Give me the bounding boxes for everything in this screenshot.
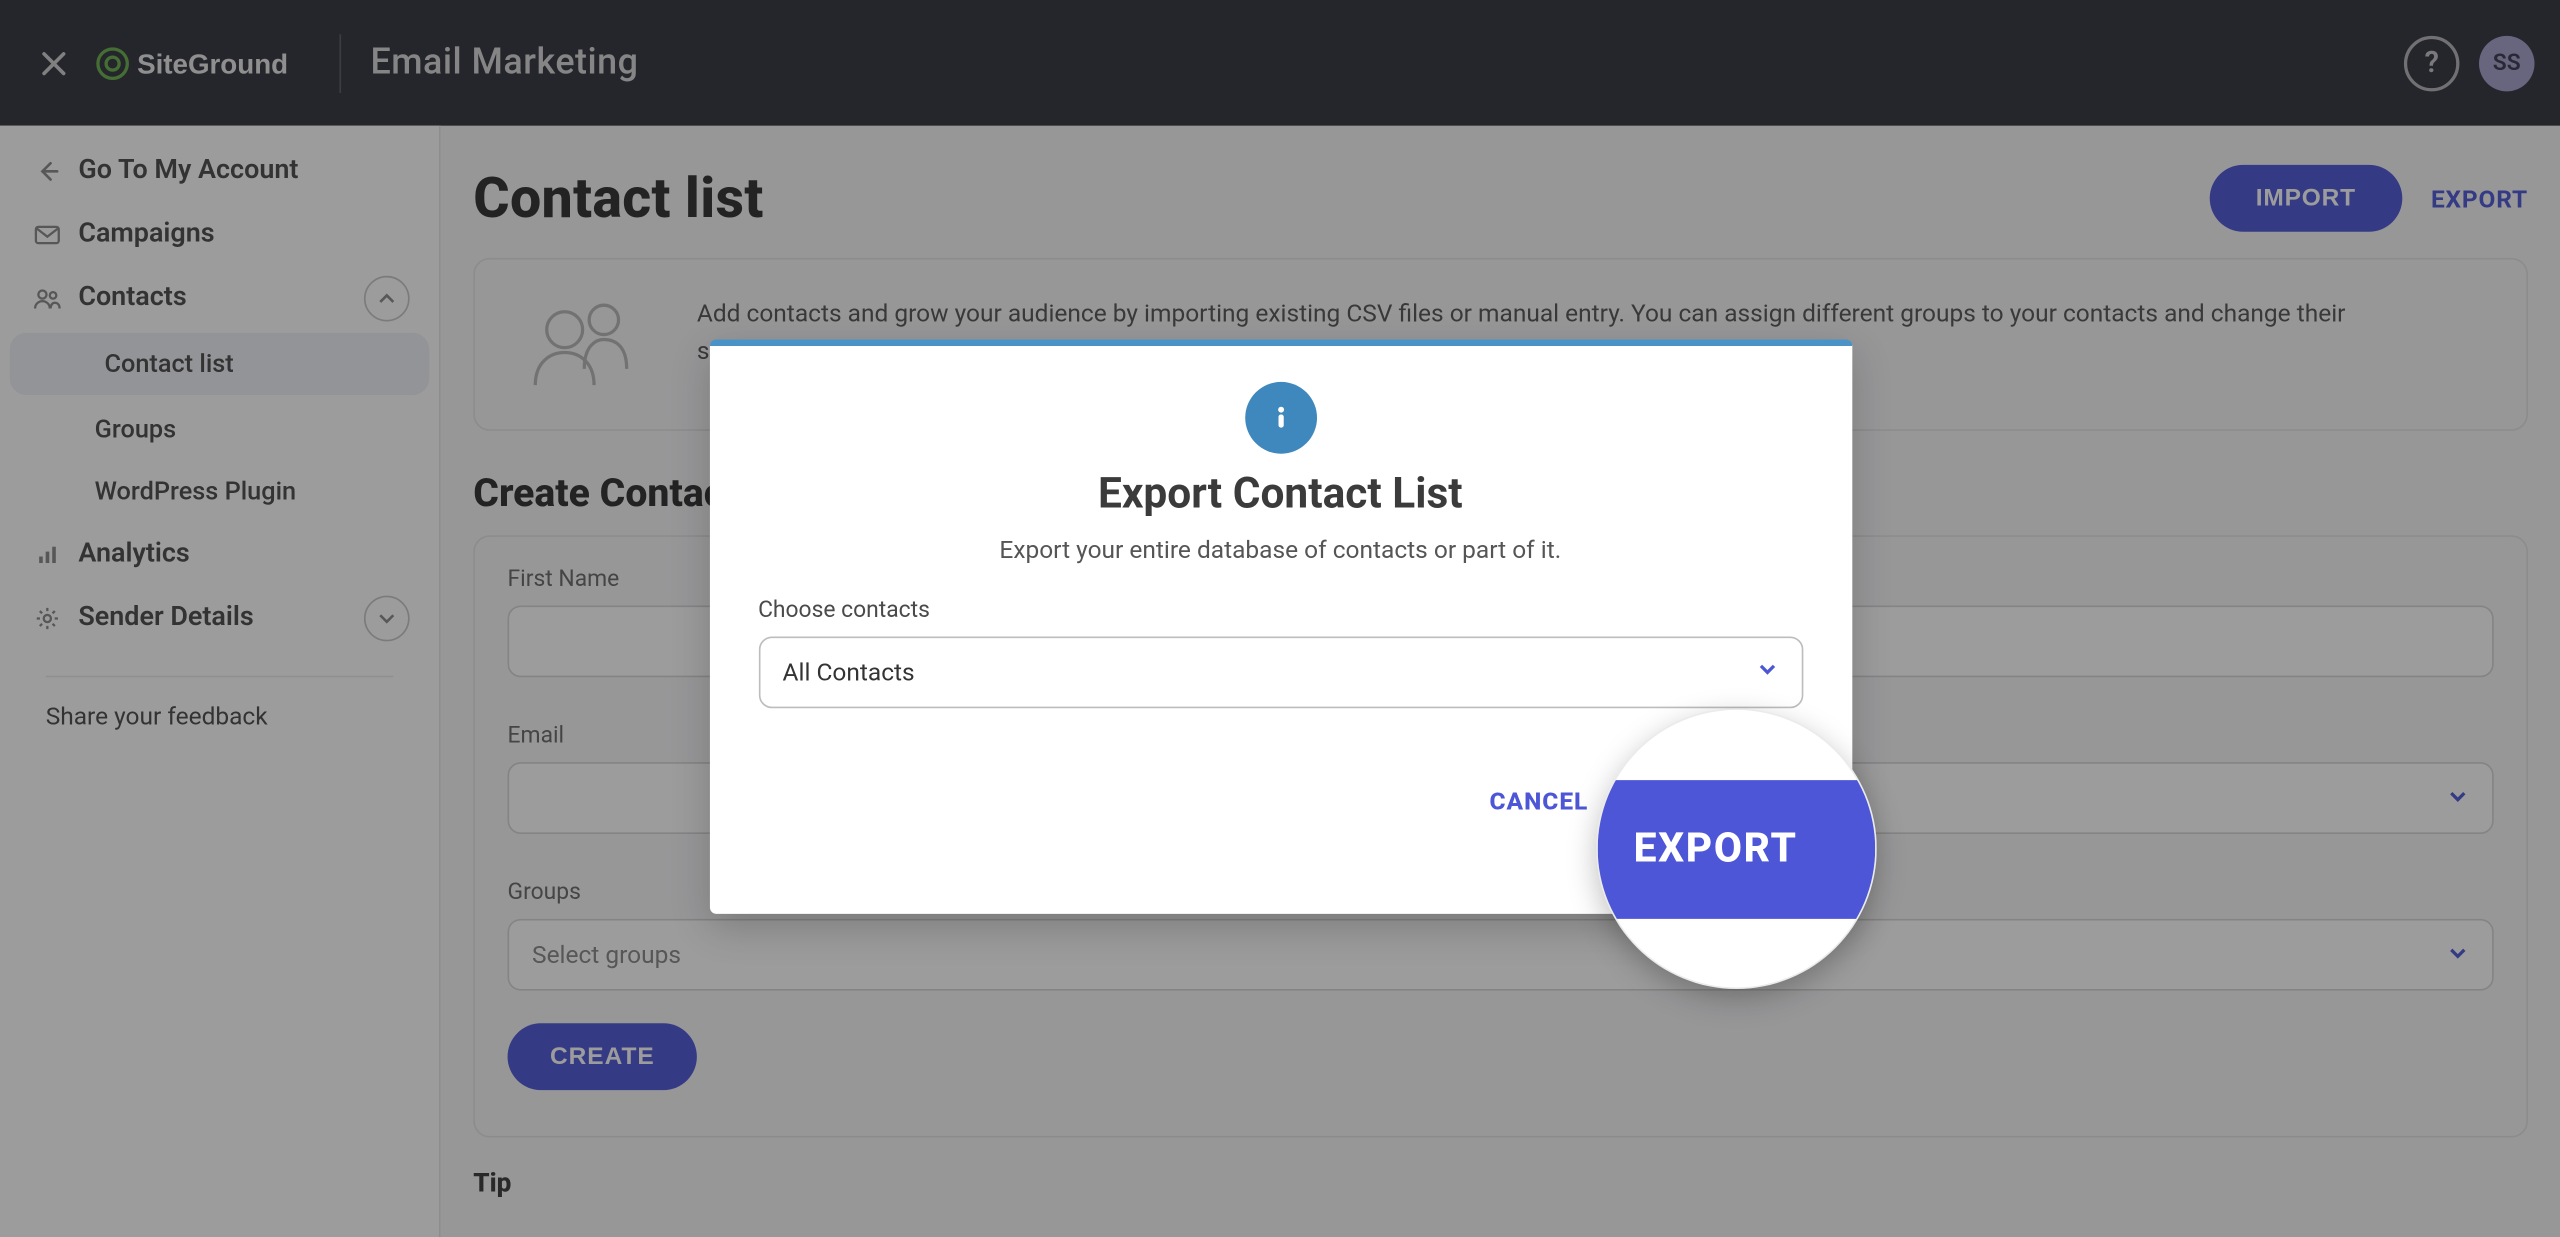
modal-description: Export your entire database of contacts … [999, 535, 1561, 564]
info-icon [1244, 382, 1316, 454]
choose-contacts-label: Choose contacts [758, 597, 1802, 623]
chevron-down-icon [1755, 658, 1778, 687]
zoom-highlight: EXPORT [1596, 708, 1877, 989]
cancel-button[interactable]: CANCEL [1490, 786, 1589, 815]
choose-contacts-value: All Contacts [783, 658, 915, 687]
choose-contacts-select[interactable]: All Contacts [758, 636, 1802, 708]
modal-title: Export Contact List [1098, 470, 1463, 519]
zoom-export-button: EXPORT [1598, 779, 1875, 918]
